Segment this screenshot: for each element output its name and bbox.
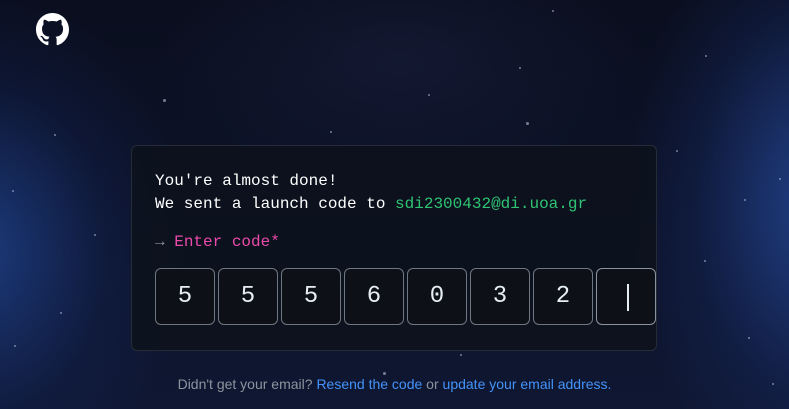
enter-code-prompt: → Enter code* [155, 233, 280, 251]
text-cursor [627, 284, 629, 311]
code-digit-input-3[interactable]: 5 [281, 268, 341, 325]
star [519, 67, 521, 69]
resend-code-link[interactable]: Resend the code [316, 376, 422, 392]
star [748, 337, 750, 339]
star [428, 94, 430, 96]
email-address: sdi2300432@di.uoa.gr [395, 195, 588, 213]
sent-code-message: We sent a launch code to sdi2300432@di.u… [155, 195, 587, 213]
star [12, 190, 14, 192]
star [676, 150, 678, 152]
didnt-get-email-text: Didn't get your email? [177, 376, 317, 392]
star [330, 131, 332, 133]
enter-code-label: Enter code* [174, 233, 280, 251]
star [552, 10, 554, 12]
code-digit-input-1[interactable]: 5 [155, 268, 215, 325]
footer-period: . [607, 376, 612, 392]
star [163, 99, 166, 102]
verification-card: You're almost done! We sent a launch cod… [131, 145, 657, 351]
arrow-right-icon: → [155, 233, 165, 251]
update-email-link[interactable]: update your email address [443, 376, 608, 392]
star [705, 55, 707, 57]
code-digit-input-6[interactable]: 3 [470, 268, 530, 325]
code-digit-input-2[interactable]: 5 [218, 268, 278, 325]
star [460, 354, 462, 356]
star [526, 122, 529, 125]
star [779, 178, 781, 180]
star [14, 345, 16, 347]
github-octocat-icon [36, 13, 69, 46]
star [60, 312, 62, 314]
almost-done-heading: You're almost done! [155, 172, 338, 190]
resend-footer: Didn't get your email? Resend the code o… [0, 376, 789, 392]
code-digit-input-4[interactable]: 6 [344, 268, 404, 325]
star [704, 260, 706, 262]
star [383, 372, 386, 375]
sent-code-text: We sent a launch code to [155, 195, 396, 213]
star [744, 199, 746, 201]
code-digit-input-7[interactable]: 2 [533, 268, 593, 325]
or-text: or [422, 376, 443, 392]
star [54, 134, 56, 136]
github-logo[interactable] [36, 13, 69, 46]
code-digit-input-5[interactable]: 0 [407, 268, 467, 325]
code-digit-input-8[interactable] [596, 268, 656, 325]
star [94, 234, 96, 236]
